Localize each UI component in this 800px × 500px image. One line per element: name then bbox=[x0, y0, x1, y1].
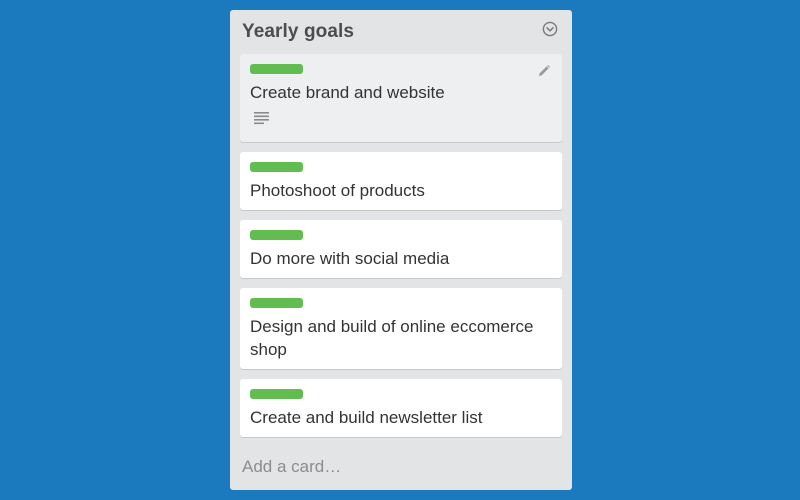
description-lines-icon bbox=[254, 111, 270, 125]
green-label[interactable] bbox=[250, 389, 303, 399]
card-title: Do more with social media bbox=[250, 249, 450, 268]
green-label[interactable] bbox=[250, 230, 303, 240]
green-label[interactable] bbox=[250, 298, 303, 308]
green-label[interactable] bbox=[250, 162, 303, 172]
green-label[interactable] bbox=[250, 64, 303, 74]
card[interactable]: Photoshoot of products bbox=[240, 152, 562, 210]
card-title: Photoshoot of products bbox=[250, 181, 425, 200]
card-title: Design and build of online eccomerce sho… bbox=[250, 317, 534, 359]
card[interactable]: Do more with social media bbox=[240, 220, 562, 278]
card[interactable]: Design and build of online eccomerce sho… bbox=[240, 288, 562, 369]
card-title: Create and build newsletter list bbox=[250, 408, 483, 427]
card-title: Create brand and website bbox=[250, 83, 445, 102]
add-card-button[interactable]: Add a card… bbox=[242, 457, 341, 477]
pencil-icon[interactable] bbox=[536, 63, 552, 79]
list-yearly-goals: Yearly goals Create brand and website Ph… bbox=[230, 10, 572, 490]
card[interactable]: Create brand and website bbox=[240, 54, 562, 142]
list-header: Yearly goals bbox=[230, 10, 572, 54]
card[interactable]: Create and build newsletter list bbox=[240, 379, 562, 437]
chevron-circle-down-icon[interactable] bbox=[542, 21, 558, 37]
list-title[interactable]: Yearly goals bbox=[242, 21, 354, 43]
